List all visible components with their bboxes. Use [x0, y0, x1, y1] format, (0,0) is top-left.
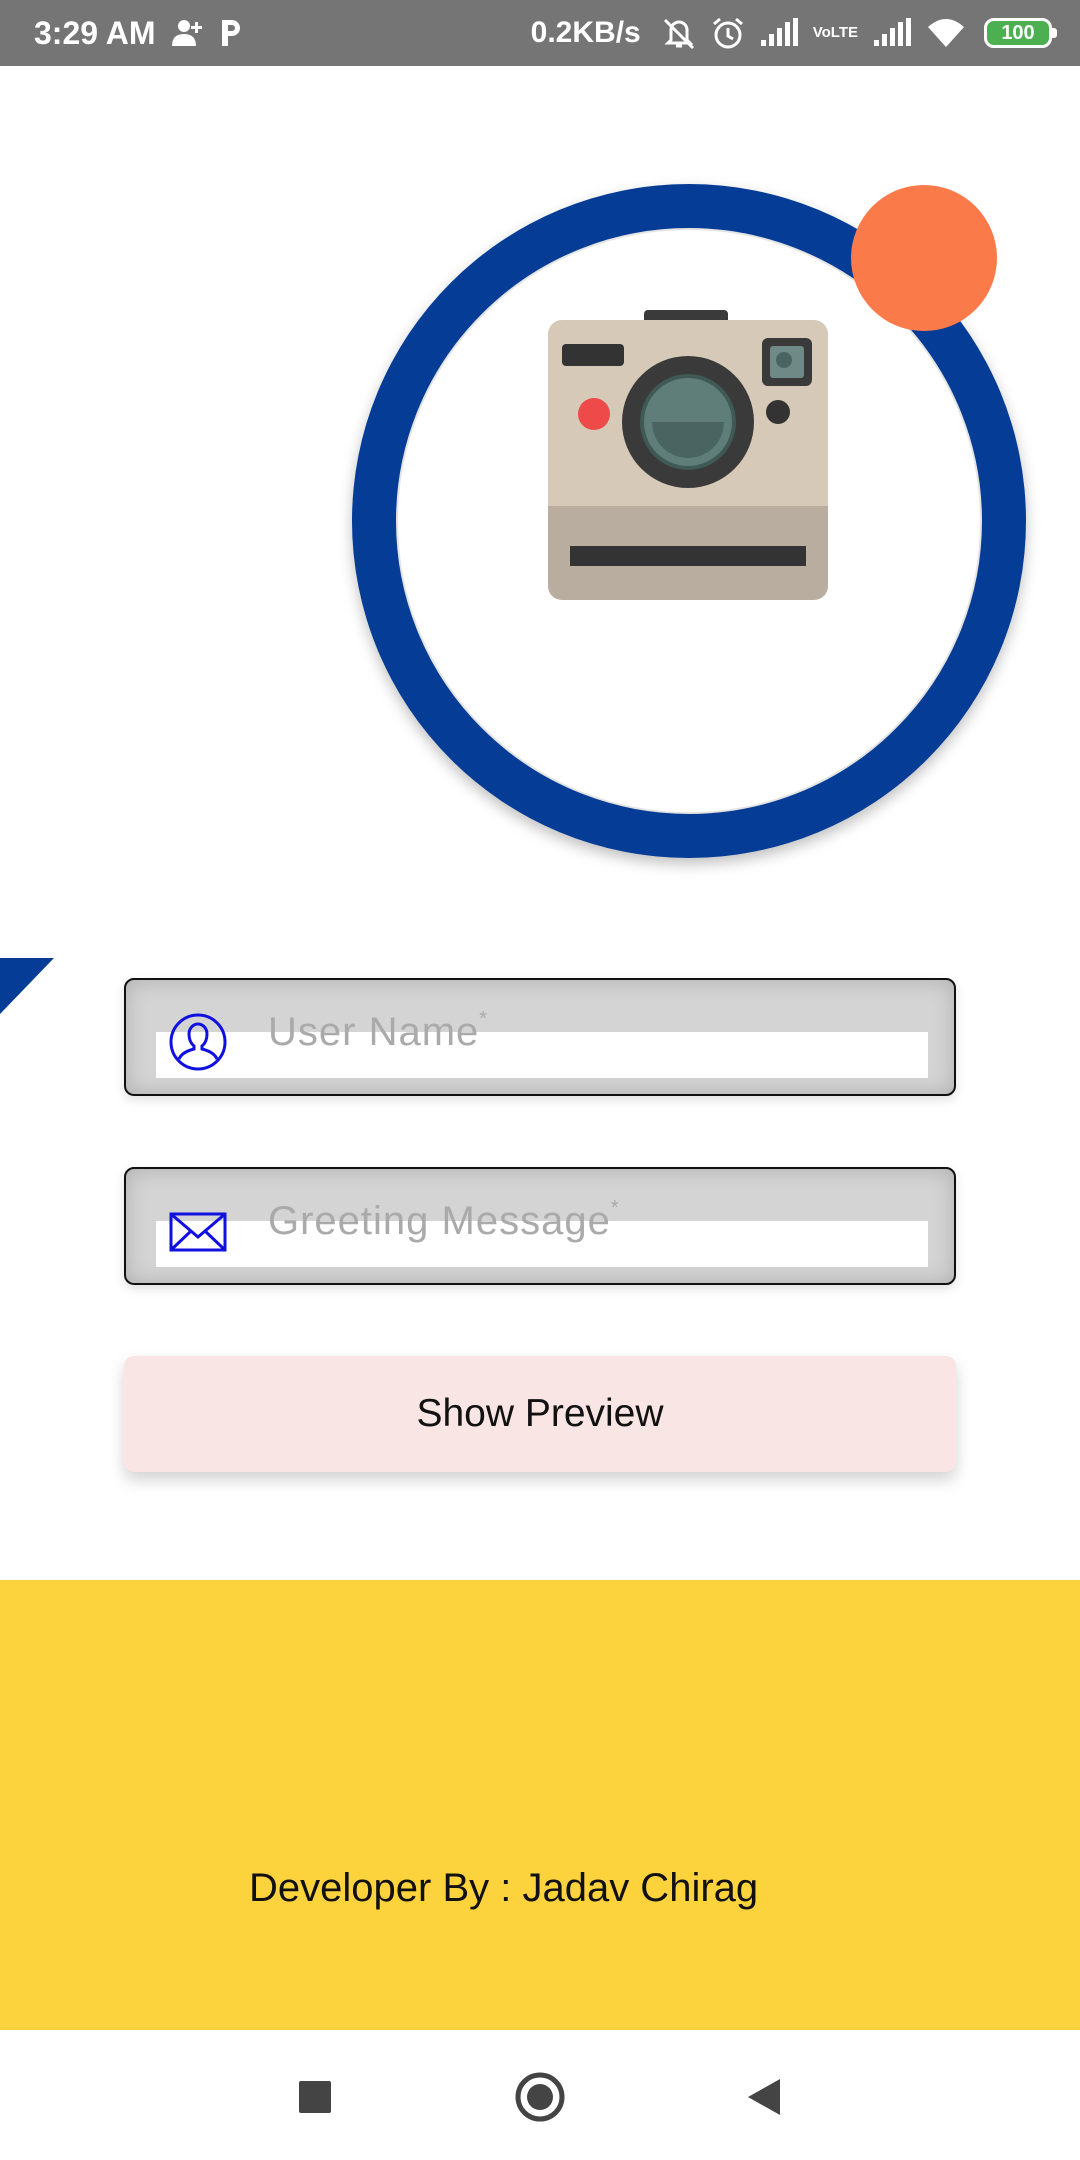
home-icon[interactable]: [511, 2068, 569, 2126]
battery-icon: 100: [984, 18, 1057, 48]
username-field[interactable]: User Name*: [124, 978, 956, 1096]
status-left: 3:29 AM: [34, 15, 244, 52]
mail-icon: [169, 1212, 227, 1252]
navigation-bar: [0, 2030, 1080, 2160]
signal-icon: [872, 18, 912, 48]
user-icon: [169, 1013, 227, 1071]
add-user-icon: [170, 18, 204, 48]
greeting-field[interactable]: Greeting Message*: [124, 1167, 956, 1285]
volte-icon: Vo LTE: [812, 24, 858, 41]
status-time: 3:29 AM: [34, 14, 156, 51]
network-speed: 0.2KB/s: [530, 16, 641, 49]
required-mark: *: [479, 1008, 489, 1030]
p-icon: [218, 18, 244, 48]
required-mark: *: [610, 1197, 620, 1219]
footer: Developer By : Jadav Chirag: [0, 1580, 1080, 2030]
battery-level: 100: [1001, 21, 1035, 44]
show-preview-button[interactable]: Show Preview: [124, 1356, 956, 1472]
developer-credit: Developer By : Jadav Chirag: [249, 1866, 759, 1910]
corner-decoration: [0, 958, 54, 1014]
greeting-placeholder-text: Greeting Message: [268, 1199, 611, 1243]
greeting-placeholder: Greeting Message*: [268, 1197, 620, 1244]
status-right: 0.2KB/s Vo LTE 100: [530, 16, 1057, 50]
recent-apps-icon[interactable]: [286, 2068, 344, 2126]
wifi-icon: [926, 17, 966, 49]
signal-icon: [759, 18, 799, 48]
alarm-icon: [711, 16, 745, 50]
username-placeholder-text: User Name: [268, 1010, 480, 1054]
hero-orange-dot: [851, 185, 997, 331]
volte-line1: Vo: [812, 24, 831, 41]
mute-icon: [661, 16, 697, 50]
camera-illustration: [548, 310, 828, 600]
username-placeholder: User Name*: [268, 1008, 489, 1055]
status-bar: 3:29 AM 0.2KB/s Vo LTE 100: [0, 0, 1080, 66]
back-icon[interactable]: [735, 2068, 793, 2126]
volte-line2: LTE: [830, 24, 858, 41]
